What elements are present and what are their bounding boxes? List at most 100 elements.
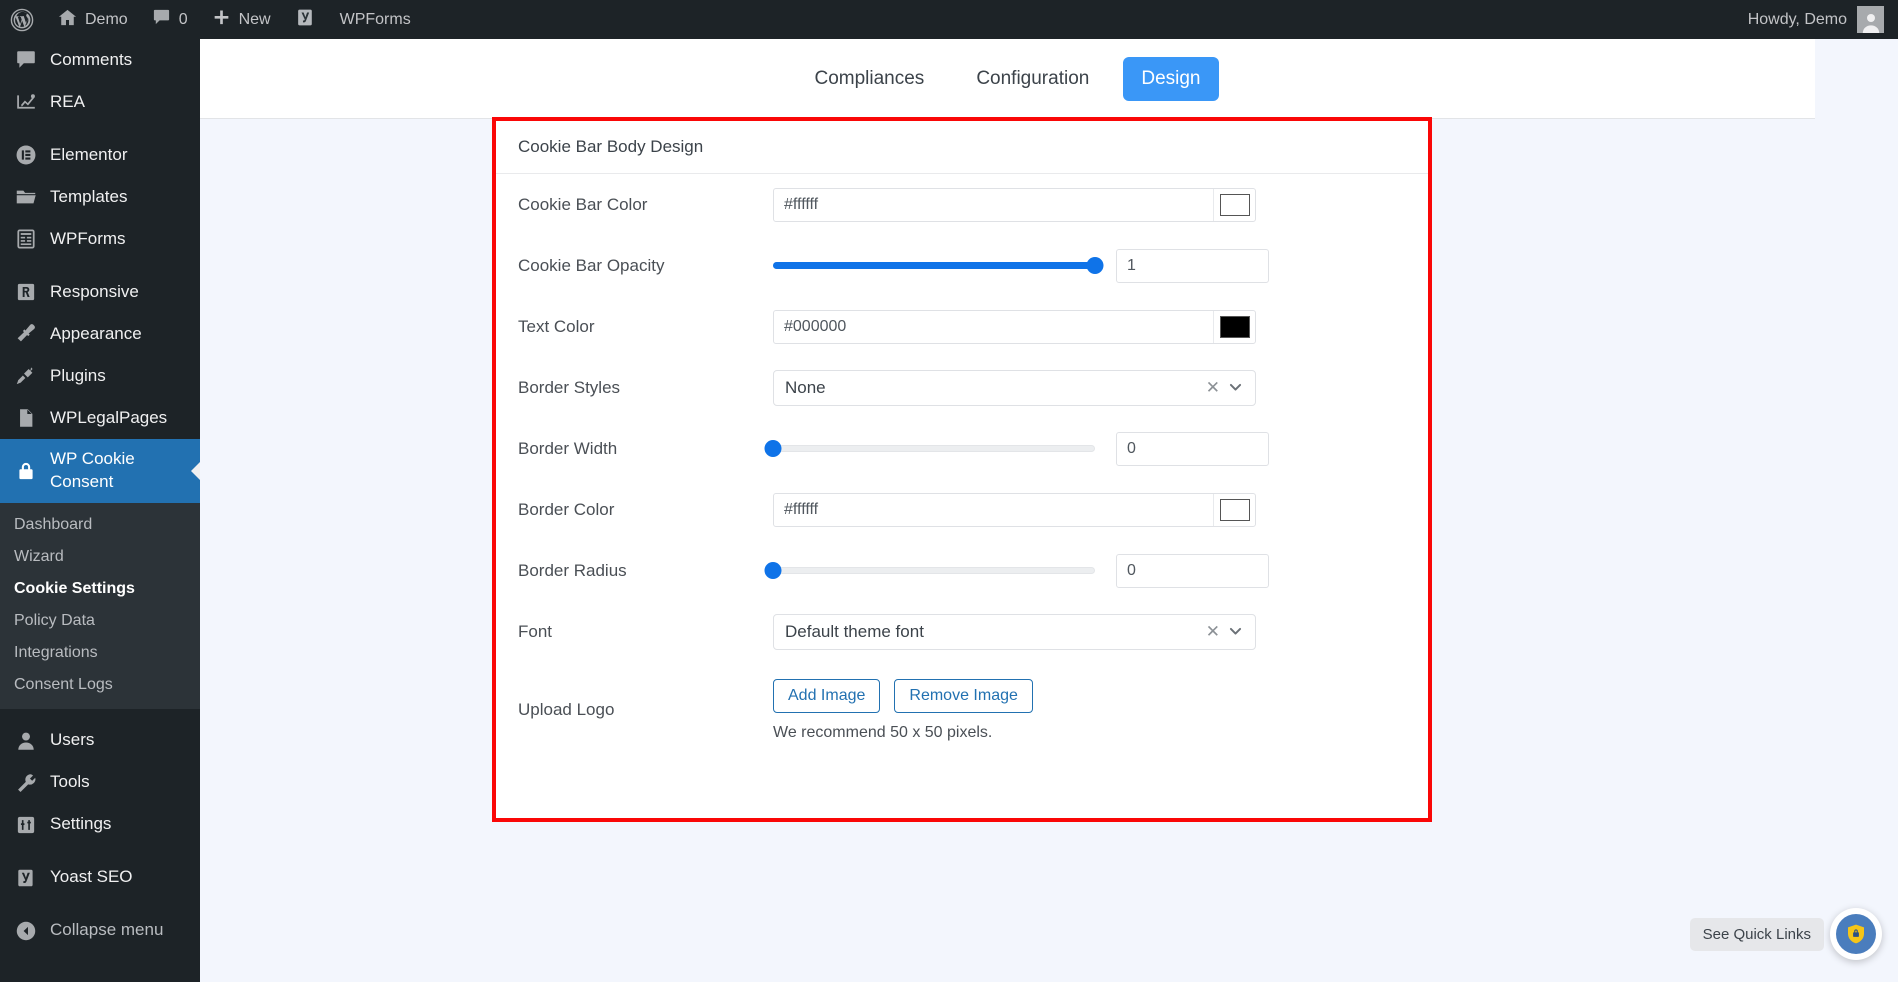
tab-compliances[interactable]: Compliances (796, 57, 942, 101)
sidebar-item-cookie-settings[interactable]: Cookie Settings (0, 573, 200, 605)
text-color-input[interactable] (774, 311, 1213, 343)
sidebar-item-appearance[interactable]: Appearance (0, 313, 200, 355)
border-width-number[interactable] (1116, 432, 1269, 466)
sidebar-item-consent-logs[interactable]: Consent Logs (0, 669, 200, 701)
border-radius-slider[interactable] (773, 560, 1095, 582)
folder-icon (14, 185, 38, 209)
sidebar-item-label: WPLegalPages (50, 407, 167, 430)
font-select[interactable]: Default theme font ✕ (773, 614, 1256, 650)
sidebar-item-elementor[interactable]: Elementor (0, 134, 200, 176)
page-title: Cookie Bar Body Design (518, 137, 703, 157)
label-border-color: Border Color (518, 500, 773, 520)
border-radius-control (773, 554, 1269, 588)
plug-icon (14, 364, 38, 388)
chevron-down-icon[interactable] (1227, 623, 1244, 640)
quick-links-button[interactable] (1830, 908, 1882, 960)
cookie-bar-opacity-slider[interactable] (773, 255, 1095, 277)
settings-tabs: Compliances Configuration Design (200, 39, 1815, 119)
slider-thumb[interactable] (765, 440, 782, 457)
slider-thumb[interactable] (765, 562, 782, 579)
sidebar-item-tools[interactable]: Tools (0, 762, 200, 804)
add-image-button[interactable]: Add Image (773, 679, 880, 713)
border-styles-value: None (785, 378, 1199, 398)
sidebar-separator (0, 846, 200, 857)
border-width-input[interactable] (1117, 440, 1268, 458)
sidebar-item-settings[interactable]: Settings (0, 804, 200, 846)
paintbrush-icon (14, 322, 38, 346)
wordpress-logo-button[interactable] (0, 0, 46, 39)
chart-icon (14, 90, 38, 114)
comment-icon (152, 8, 171, 32)
remove-image-button[interactable]: Remove Image (894, 679, 1033, 713)
quick-links-widget[interactable]: See Quick Links (1690, 908, 1882, 960)
sidebar-item-label: Appearance (50, 323, 142, 346)
sidebar-separator (0, 709, 200, 720)
sidebar-item-wpforms[interactable]: WPForms (0, 218, 200, 260)
slider-thumb[interactable] (1087, 257, 1104, 274)
border-color-swatch-button[interactable] (1213, 494, 1255, 526)
text-color-field[interactable] (773, 310, 1256, 344)
border-radius-input[interactable] (1117, 562, 1268, 580)
responsive-icon (14, 280, 38, 304)
clear-x-icon[interactable]: ✕ (1199, 622, 1227, 642)
sidebar-item-label: WP Cookie Consent (50, 448, 200, 494)
sidebar-item-users[interactable]: Users (0, 720, 200, 762)
sidebar-item-rea[interactable]: REA (0, 81, 200, 123)
wpforms-adminbar-button[interactable]: WPForms (328, 0, 423, 39)
tab-design[interactable]: Design (1123, 57, 1218, 101)
field-upload-logo: Add Image Remove Image We recommend 50 x… (773, 679, 1406, 742)
border-styles-select[interactable]: None ✕ (773, 370, 1256, 406)
border-color-input[interactable] (774, 494, 1213, 526)
quick-links-label: See Quick Links (1690, 918, 1824, 951)
account-menu[interactable]: Howdy, Demo (1748, 6, 1898, 33)
cookie-bar-color-input[interactable] (774, 189, 1213, 221)
row-cookie-bar-color: Cookie Bar Color (518, 174, 1406, 235)
sidebar-item-wizard[interactable]: Wizard (0, 541, 200, 573)
field-border-width (773, 432, 1406, 466)
new-content-button[interactable]: New (200, 0, 283, 39)
sidebar-item-policy-data[interactable]: Policy Data (0, 605, 200, 637)
label-border-styles: Border Styles (518, 378, 773, 398)
cookie-bar-color-field[interactable] (773, 188, 1256, 222)
row-cookie-bar-opacity: Cookie Bar Opacity (518, 235, 1406, 296)
label-upload-logo: Upload Logo (518, 700, 773, 720)
clear-x-icon[interactable]: ✕ (1199, 378, 1227, 398)
sidebar-item-plugins[interactable]: Plugins (0, 355, 200, 397)
shield-lock-icon (1836, 914, 1876, 954)
sidebar-item-dashboard[interactable]: Dashboard (0, 509, 200, 541)
yoast-adminbar-button[interactable] (283, 0, 328, 39)
page-icon (14, 406, 38, 430)
sidebar-item-wp-cookie-consent[interactable]: WP Cookie Consent (0, 439, 200, 503)
upload-logo-hint: We recommend 50 x 50 pixels. (773, 724, 992, 742)
comments-button[interactable]: 0 (140, 0, 200, 39)
tab-configuration[interactable]: Configuration (958, 57, 1107, 101)
label-cookie-bar-color: Cookie Bar Color (518, 195, 773, 215)
sidebar-item-comments[interactable]: Comments (0, 39, 200, 81)
row-border-styles: Border Styles None ✕ (518, 357, 1406, 418)
cookie-bar-color-swatch-button[interactable] (1213, 189, 1255, 221)
site-name-button[interactable]: Demo (46, 0, 140, 39)
border-width-slider[interactable] (773, 438, 1095, 460)
panel-header: Cookie Bar Body Design (496, 121, 1428, 174)
label-border-radius: Border Radius (518, 561, 773, 581)
sidebar-item-label: Comments (50, 49, 132, 72)
admin-bar: Demo 0 New WPForms Howdy, Demo (0, 0, 1898, 39)
border-radius-number[interactable] (1116, 554, 1269, 588)
sidebar-item-integrations[interactable]: Integrations (0, 637, 200, 669)
sidebar-item-templates[interactable]: Templates (0, 176, 200, 218)
sidebar-item-yoast-seo[interactable]: Yoast SEO (0, 857, 200, 899)
wpforms-adminbar-label: WPForms (340, 11, 411, 29)
field-cookie-bar-opacity (773, 249, 1406, 283)
cookie-bar-opacity-input[interactable] (1117, 257, 1268, 275)
text-color-swatch-button[interactable] (1213, 311, 1255, 343)
avatar (1857, 6, 1884, 33)
sidebar-item-responsive[interactable]: Responsive (0, 271, 200, 313)
sidebar-item-wplegalpages[interactable]: WPLegalPages (0, 397, 200, 439)
chevron-down-icon[interactable] (1227, 379, 1244, 396)
sidebar-item-label: Plugins (50, 365, 106, 388)
cookie-bar-opacity-number[interactable] (1116, 249, 1269, 283)
row-border-radius: Border Radius (518, 540, 1406, 601)
border-color-field[interactable] (773, 493, 1256, 527)
collapse-menu-button[interactable]: Collapse menu (0, 910, 200, 952)
comments-count: 0 (179, 11, 188, 29)
